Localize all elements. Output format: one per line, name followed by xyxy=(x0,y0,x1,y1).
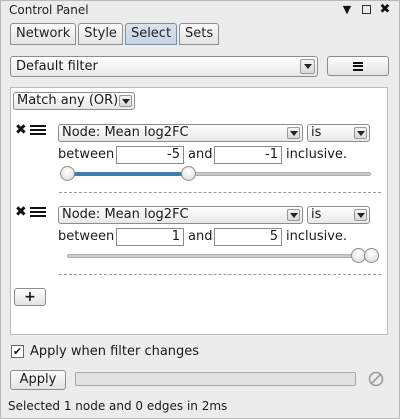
range-slider-high-handle[interactable] xyxy=(363,248,379,263)
between-label: between xyxy=(58,229,115,244)
status-text: Selected 1 node and 0 edges in 2ms xyxy=(8,399,228,413)
remove-criterion-icon[interactable]: ✖ xyxy=(15,205,27,219)
apply-button[interactable]: Apply xyxy=(10,370,66,390)
remove-criterion-icon[interactable]: ✖ xyxy=(15,123,27,137)
tab-network[interactable]: Network xyxy=(10,23,77,45)
title-bar: Control Panel ▼ ✖ xyxy=(1,1,399,19)
range-high-input[interactable]: -1 xyxy=(214,146,282,164)
and-label: and xyxy=(188,229,213,244)
range-low-input[interactable]: -5 xyxy=(116,146,184,164)
window-title: Control Panel xyxy=(9,3,89,17)
criterion-controls: ✖ xyxy=(15,205,46,219)
match-mode-select[interactable]: Match any (OR) xyxy=(13,92,135,110)
and-label: and xyxy=(188,147,213,162)
drag-handle-icon[interactable] xyxy=(30,125,46,135)
match-mode-value: Match any (OR) xyxy=(17,93,119,108)
range-slider-track[interactable] xyxy=(67,254,372,258)
filter-editor-panel: Match any (OR) ✖ Node: Mean log2FC is be… xyxy=(10,87,388,335)
criterion-separator xyxy=(59,192,381,193)
tab-select[interactable]: Select xyxy=(124,23,178,45)
tab-sets[interactable]: Sets xyxy=(179,23,220,45)
hamburger-menu-icon xyxy=(353,61,363,71)
filter-menu-button[interactable] xyxy=(327,56,389,76)
tab-bar: Network Style Select Sets xyxy=(10,23,220,45)
triangle-down-icon[interactable]: ▼ xyxy=(341,2,353,16)
criterion-column-select[interactable]: Node: Mean log2FC xyxy=(58,206,303,224)
tab-style[interactable]: Style xyxy=(78,23,123,45)
range-low-input[interactable]: 1 xyxy=(116,228,184,246)
range-slider-high-handle[interactable] xyxy=(181,166,197,181)
chevron-down-icon[interactable] xyxy=(354,127,367,139)
chevron-down-icon[interactable] xyxy=(300,59,315,74)
checkbox-check-icon[interactable]: ✔ xyxy=(11,345,24,358)
apply-on-change-label: Apply when filter changes xyxy=(30,344,200,359)
range-slider-low-handle[interactable] xyxy=(59,166,75,181)
chevron-down-icon[interactable] xyxy=(354,209,367,221)
drag-handle-icon[interactable] xyxy=(30,207,46,217)
maximize-icon[interactable] xyxy=(360,2,372,16)
control-panel-window: Control Panel ▼ ✖ Network Style Select S… xyxy=(0,0,400,419)
range-high-input[interactable]: 5 xyxy=(214,228,282,246)
inclusive-label: inclusive. xyxy=(286,229,348,244)
apply-progress-bar xyxy=(75,372,356,386)
window-controls: ▼ ✖ xyxy=(341,2,391,17)
criterion-column-value: Node: Mean log2FC xyxy=(62,207,189,222)
close-icon[interactable]: ✖ xyxy=(379,2,391,17)
apply-on-change-checkbox[interactable]: ✔ Apply when filter changes xyxy=(11,344,199,359)
between-label: between xyxy=(58,147,115,162)
criterion-separator xyxy=(59,274,381,275)
filter-select[interactable]: Default filter xyxy=(10,56,318,77)
range-slider-fill xyxy=(68,172,190,176)
chevron-down-icon[interactable] xyxy=(119,95,132,107)
criterion-controls: ✖ xyxy=(15,123,46,137)
inclusive-label: inclusive. xyxy=(286,147,348,162)
criterion-column-select[interactable]: Node: Mean log2FC xyxy=(58,124,303,142)
filter-select-value: Default filter xyxy=(16,59,98,74)
criterion-operator-value: is xyxy=(311,125,322,140)
range-slider-track[interactable] xyxy=(67,172,371,176)
chevron-down-icon[interactable] xyxy=(287,209,300,221)
criterion-operator-select[interactable]: is xyxy=(307,206,370,224)
criterion-operator-value: is xyxy=(311,207,322,222)
chevron-down-icon[interactable] xyxy=(287,127,300,139)
add-criterion-button[interactable]: + xyxy=(14,288,46,306)
criterion-column-value: Node: Mean log2FC xyxy=(62,125,189,140)
cancel-icon[interactable] xyxy=(368,371,384,387)
criterion-operator-select[interactable]: is xyxy=(307,124,370,142)
